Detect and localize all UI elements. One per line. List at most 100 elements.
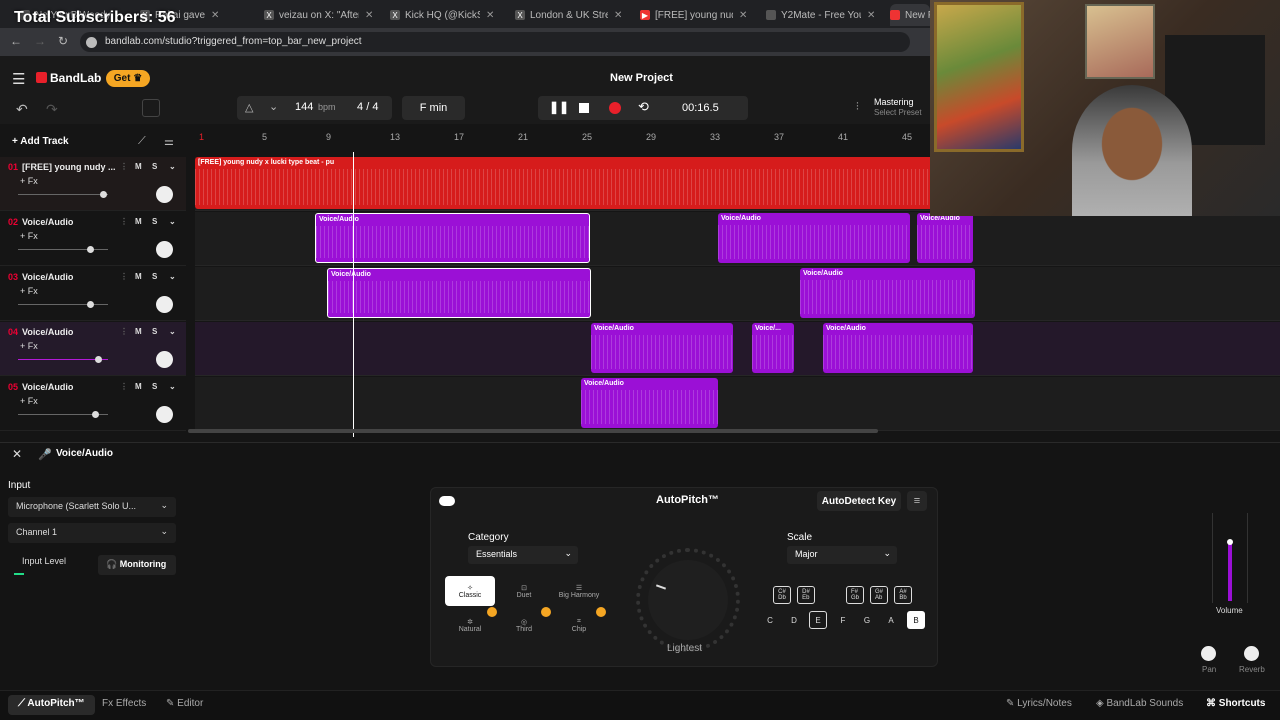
track-header[interactable]: 03 Voice/Audio + Fx ⋮ M S ⌄ — [0, 267, 186, 321]
add-fx-button[interactable]: + Fx — [20, 176, 38, 186]
key-selector[interactable]: F min — [402, 96, 465, 120]
mute-button[interactable]: M — [135, 382, 142, 391]
chevron-down-icon[interactable]: ⌄ — [169, 272, 176, 281]
close-icon[interactable]: ✕ — [12, 447, 22, 461]
key-e[interactable]: E — [809, 611, 827, 629]
shortcuts-button[interactable]: ⌘ Shortcuts — [1206, 698, 1265, 709]
volume-fader[interactable] — [1212, 513, 1248, 603]
get-membership-button[interactable]: Get ♛ — [106, 70, 150, 87]
pen-tool-icon[interactable]: ⟋ — [138, 135, 146, 148]
key-g-sharp[interactable]: G# Ab — [870, 586, 888, 604]
volume-slider[interactable] — [18, 194, 108, 195]
audio-clip[interactable]: Voice/Audio — [917, 213, 973, 263]
track-name[interactable]: Voice/Audio — [22, 272, 117, 282]
key-f[interactable]: F — [834, 611, 852, 629]
lyrics-notes-button[interactable]: ✎ Lyrics/Notes — [1006, 698, 1072, 709]
audio-clip[interactable]: [FREE] young nudy x lucki type beat - pu — [195, 157, 935, 209]
browser-tab[interactable]: Xveizau on X: "After us✕ — [264, 4, 384, 26]
audio-clip[interactable]: Voice/Audio — [718, 213, 910, 263]
time-signature[interactable]: 4 / 4 — [357, 101, 378, 113]
chevron-down-icon[interactable]: ⌄ — [169, 162, 176, 171]
add-fx-button[interactable]: + Fx — [20, 341, 38, 351]
key-g[interactable]: G — [858, 611, 876, 629]
volume-fader-handle[interactable] — [1227, 539, 1233, 545]
close-icon[interactable]: ✕ — [614, 10, 622, 21]
track-name[interactable]: Voice/Audio — [22, 217, 117, 227]
url-input[interactable]: bandlab.com/studio?triggered_from=top_ba… — [80, 32, 910, 52]
mute-button[interactable]: M — [135, 327, 142, 336]
browser-tab[interactable]: XKick HQ (@KickStream✕ — [390, 4, 508, 26]
track-lane-selected[interactable]: Voice/Audio Voice/... Voice/Audio — [195, 322, 1280, 376]
solo-button[interactable]: S — [152, 162, 157, 171]
browser-tab[interactable]: Y2Mate - Free YouTub✕ — [766, 4, 884, 26]
audio-clip[interactable]: Voice/Audio — [581, 378, 718, 428]
track-header[interactable]: 05 Voice/Audio + Fx ⋮ M S ⌄ — [0, 377, 186, 431]
add-fx-button[interactable]: + Fx — [20, 396, 38, 406]
browser-tab-active[interactable]: New Pr — [890, 4, 930, 26]
menu-icon[interactable]: ☰ — [12, 70, 25, 88]
track-lane[interactable]: Voice/Audio Voice/Audio Voice/Audio — [195, 212, 1280, 266]
bandlab-sounds-button[interactable]: ◈ BandLab Sounds — [1096, 698, 1183, 709]
audio-clip-selected[interactable]: Voice/Audio — [315, 213, 590, 263]
mute-button[interactable]: M — [135, 272, 142, 281]
track-name[interactable]: Voice/Audio — [22, 382, 117, 392]
undo-icon[interactable]: ↶ — [16, 101, 28, 118]
close-icon[interactable]: ✕ — [486, 10, 494, 21]
pan-knob[interactable] — [156, 296, 173, 313]
site-info-icon[interactable] — [86, 37, 97, 48]
audio-clip[interactable]: Voice/Audio — [591, 323, 733, 373]
solo-button[interactable]: S — [152, 382, 157, 391]
browser-tab[interactable]: XLondon & UK Street✕ — [515, 4, 633, 26]
volume-slider-handle[interactable] — [87, 301, 94, 308]
category-select[interactable]: Essentials ⌄ — [468, 546, 578, 564]
playhead[interactable] — [353, 152, 354, 437]
preset-duet[interactable]: ⊡ Duet — [499, 576, 549, 606]
solo-button[interactable]: S — [152, 327, 157, 336]
solo-button[interactable]: S — [152, 217, 157, 226]
grid-icon[interactable] — [142, 99, 160, 117]
autodetect-key-button[interactable]: AutoDetect Key — [817, 491, 901, 511]
preset-big-harmony[interactable]: ☰ Big Harmony — [553, 576, 605, 606]
browser-tab[interactable]: ▶[FREE] young nudy x✕ — [640, 4, 758, 26]
volume-slider[interactable] — [18, 249, 108, 250]
track-header[interactable]: 01 [FREE] young nudy ... + Fx ⋮ M S ⌄ — [0, 157, 186, 211]
editor-tab[interactable]: ✎ Editor — [166, 698, 203, 709]
track-lane[interactable]: Voice/Audio Voice/Audio — [195, 267, 1280, 321]
forward-icon[interactable]: → — [34, 34, 46, 48]
track-more-icon[interactable]: ⋮ — [120, 382, 128, 391]
volume-slider[interactable] — [18, 304, 108, 305]
track-name[interactable]: [FREE] young nudy ... — [22, 162, 117, 172]
close-icon[interactable]: ✕ — [867, 10, 875, 21]
input-device-select[interactable]: Microphone (Scarlett Solo U... ⌄ — [8, 497, 176, 517]
metronome-icon[interactable]: △ — [245, 101, 253, 114]
track-more-icon[interactable]: ⋮ — [120, 217, 128, 226]
monitoring-button[interactable]: 🎧 Monitoring — [98, 555, 176, 575]
audio-clip-selected[interactable]: Voice/Audio — [327, 268, 591, 318]
chevron-down-icon[interactable]: ⌄ — [169, 217, 176, 226]
key-b[interactable]: B — [907, 611, 925, 629]
horizontal-scrollbar[interactable] — [188, 429, 878, 433]
add-fx-button[interactable]: + Fx — [20, 286, 38, 296]
close-icon[interactable]: ✕ — [211, 10, 219, 21]
effects-tab[interactable]: Fx Effects — [102, 698, 146, 709]
key-d-sharp[interactable]: D# Eb — [797, 586, 815, 604]
chevron-down-icon[interactable]: ⌄ — [169, 382, 176, 391]
close-icon[interactable]: ✕ — [739, 10, 747, 21]
redo-icon[interactable]: ↷ — [46, 101, 58, 118]
channel-select[interactable]: Channel 1 ⌄ — [8, 523, 176, 543]
track-header-selected[interactable]: 04 Voice/Audio + Fx ⋮ M S ⌄ — [0, 322, 186, 376]
pan-knob[interactable] — [156, 406, 173, 423]
audio-clip[interactable]: Voice/... — [752, 323, 794, 373]
autopitch-toggle[interactable] — [439, 496, 455, 506]
pause-icon[interactable]: ❚❚ — [549, 100, 569, 114]
pan-knob[interactable] — [156, 186, 173, 203]
loop-icon[interactable]: ⟲ — [638, 99, 649, 115]
chevron-down-icon[interactable]: ⌄ — [269, 100, 278, 113]
track-more-icon[interactable]: ⋮ — [120, 272, 128, 281]
track-more-icon[interactable]: ⋮ — [120, 162, 128, 171]
chevron-down-icon[interactable]: ⌄ — [169, 327, 176, 336]
track-header[interactable]: 02 Voice/Audio + Fx ⋮ M S ⌄ — [0, 212, 186, 266]
settings-sliders-icon[interactable]: ≡ — [907, 491, 927, 511]
solo-button[interactable]: S — [152, 272, 157, 281]
timeline-ruler[interactable]: 1 5 9 13 17 21 25 29 33 37 41 45 — [195, 130, 935, 144]
